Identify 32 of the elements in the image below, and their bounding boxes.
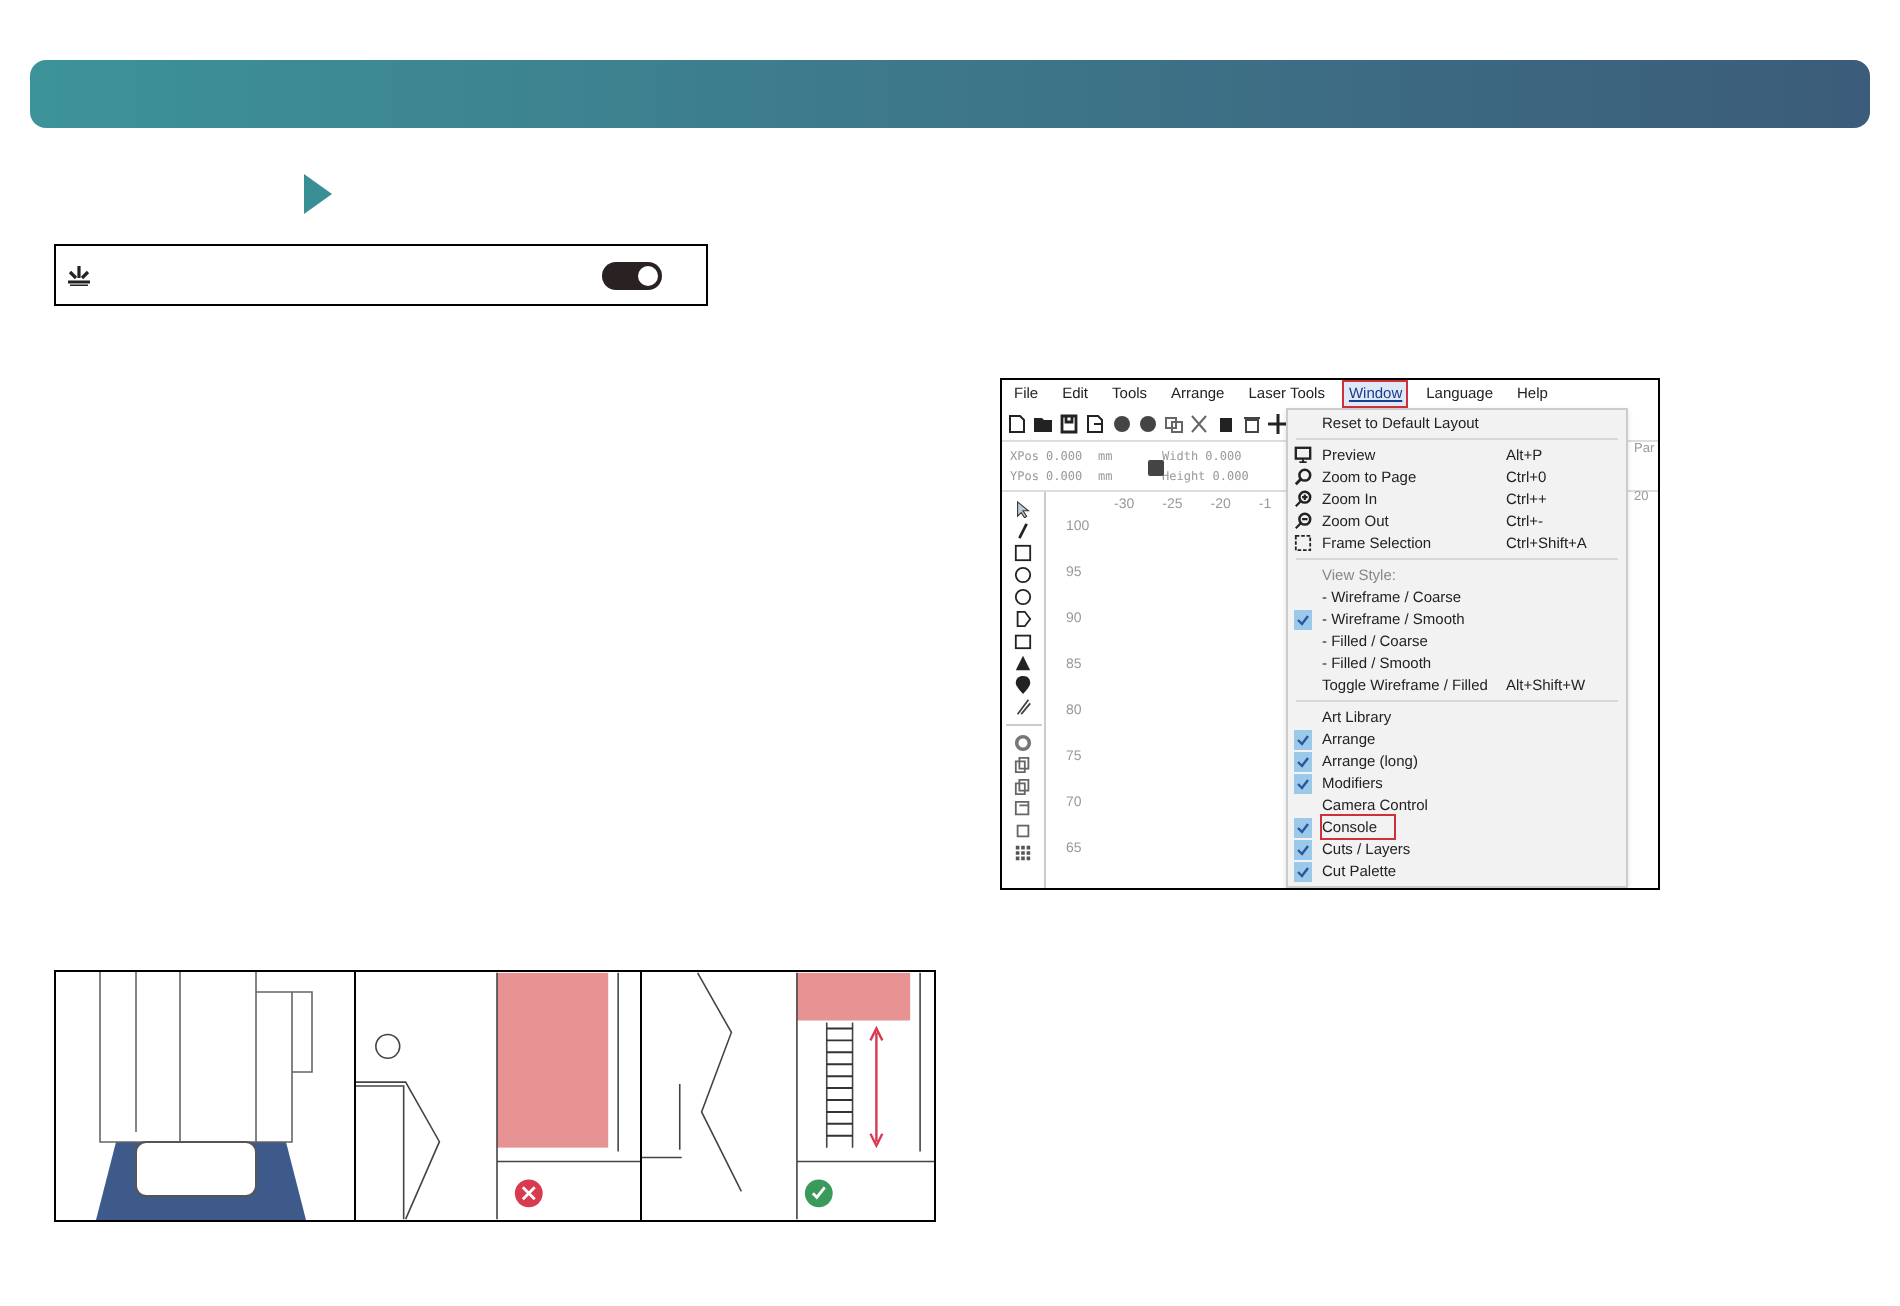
ellipse-icon[interactable]	[1014, 566, 1032, 584]
trash-icon[interactable]	[1242, 414, 1262, 434]
rectangle-icon[interactable]	[1014, 544, 1032, 562]
dashed-frame-icon	[1294, 534, 1312, 552]
zoom-out-icon	[1294, 512, 1312, 530]
circle-icon[interactable]	[1112, 414, 1132, 434]
save-icon[interactable]	[1060, 414, 1080, 434]
toggle-switch[interactable]	[602, 261, 662, 289]
check-icon	[804, 1179, 833, 1208]
square-icon[interactable]	[1014, 822, 1032, 840]
new-file-icon[interactable]	[1008, 414, 1028, 434]
double-arrow-icon	[869, 1025, 884, 1149]
grid-icon[interactable]	[1014, 844, 1032, 862]
layers-icon[interactable]	[1014, 756, 1032, 774]
copy-icon[interactable]	[1164, 414, 1184, 434]
pen-icon[interactable]	[1014, 522, 1032, 540]
pointer-icon[interactable]	[1014, 500, 1032, 518]
ring-icon[interactable]	[1014, 734, 1032, 752]
laser-icon	[68, 265, 90, 285]
zoom-in-icon	[1294, 490, 1312, 508]
error-icon	[514, 1179, 543, 1208]
circle-icon[interactable]	[1138, 414, 1158, 434]
move-icon[interactable]	[1268, 414, 1288, 434]
polygon-icon[interactable]	[1014, 610, 1032, 628]
open-folder-icon[interactable]	[1034, 414, 1054, 434]
pin-icon[interactable]	[1014, 676, 1032, 694]
monitor-icon	[1294, 446, 1312, 464]
layers-icon[interactable]	[1014, 778, 1032, 796]
zoom-icon	[1294, 468, 1312, 486]
circle-icon[interactable]	[1014, 588, 1032, 606]
frame-icon[interactable]	[1014, 632, 1032, 650]
play-triangle-icon	[304, 174, 332, 214]
